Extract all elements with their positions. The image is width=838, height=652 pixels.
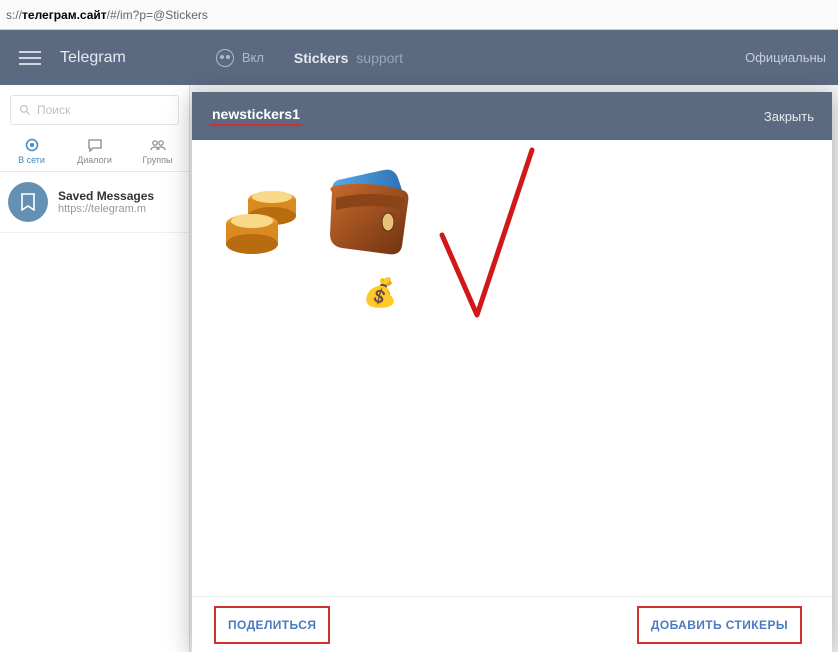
search-input[interactable]: Поиск: [10, 95, 179, 125]
sticker-moneybag[interactable]: 💰: [356, 268, 404, 316]
group-icon: [126, 137, 189, 153]
tab-dialogs[interactable]: Диалоги: [63, 131, 126, 171]
hamburger-line-icon: [19, 57, 41, 59]
incognito-icon: [216, 49, 234, 67]
search-placeholder: Поиск: [37, 103, 70, 117]
tab-label: В сети: [0, 155, 63, 165]
incognito-label: Вкл: [242, 50, 264, 65]
close-button[interactable]: Закрыть: [764, 109, 814, 124]
conversation-subtitle: https://telegram.m: [58, 203, 154, 215]
avatar-saved-icon: [8, 182, 48, 222]
tab-online[interactable]: В сети: [0, 131, 63, 171]
sidebar-tabs: В сети Диалоги Группы: [0, 131, 189, 172]
modal-header: newstickers1 Закрыть: [192, 92, 832, 140]
incognito-toggle[interactable]: Вкл: [216, 49, 264, 67]
wallet-icon: [320, 164, 416, 260]
hamburger-line-icon: [19, 51, 41, 53]
url-path: /#/im?p=@Stickers: [107, 8, 208, 22]
hamburger-menu-button[interactable]: [0, 51, 60, 65]
conversation-text: Saved Messages https://telegram.m: [58, 189, 154, 215]
moneybag-icon: 💰: [363, 276, 398, 309]
tab-label: Группы: [126, 155, 189, 165]
brand-label: Telegram: [60, 49, 126, 67]
url-prefix: s://: [6, 8, 22, 22]
sticker-coins[interactable]: [216, 164, 312, 260]
modal-footer: ПОДЕЛИТЬСЯ ДОБАВИТЬ СТИКЕРЫ: [192, 596, 832, 652]
sticker-wallet[interactable]: [320, 164, 416, 260]
url-host: телеграм.сайт: [22, 8, 107, 22]
share-button[interactable]: ПОДЕЛИТЬСЯ: [214, 606, 330, 644]
tab-groups[interactable]: Группы: [126, 131, 189, 171]
sticker-pack-modal: newstickers1 Закрыть: [192, 92, 832, 652]
bot-suffix-label: support: [356, 50, 403, 66]
sticker-pack-name: newstickers1: [210, 106, 302, 126]
app-topbar: Telegram Вкл Stickers support Официальны: [0, 30, 838, 85]
coins-icon: [216, 164, 312, 260]
chat-icon: [63, 137, 126, 153]
sidebar: Поиск В сети Диалоги Группы: [0, 85, 190, 652]
search-icon: [19, 104, 31, 116]
tab-label: Диалоги: [63, 155, 126, 165]
target-icon: [0, 137, 63, 153]
official-link[interactable]: Официальны: [745, 50, 826, 65]
conversation-title: Saved Messages: [58, 189, 154, 203]
add-stickers-button[interactable]: ДОБАВИТЬ СТИКЕРЫ: [637, 606, 802, 644]
modal-body: 💰: [192, 140, 832, 596]
app-window: Telegram Вкл Stickers support Официальны…: [0, 30, 838, 652]
checkmark-annotation-icon: [422, 140, 552, 340]
browser-address-bar[interactable]: s://телеграм.сайт/#/im?p=@Stickers: [0, 0, 838, 30]
bot-name-label: Stickers: [294, 50, 348, 66]
sticker-grid: 💰: [216, 164, 436, 316]
chat-title: Stickers support: [294, 50, 403, 66]
hamburger-line-icon: [19, 63, 41, 65]
conversation-item[interactable]: Saved Messages https://telegram.m: [0, 172, 189, 233]
